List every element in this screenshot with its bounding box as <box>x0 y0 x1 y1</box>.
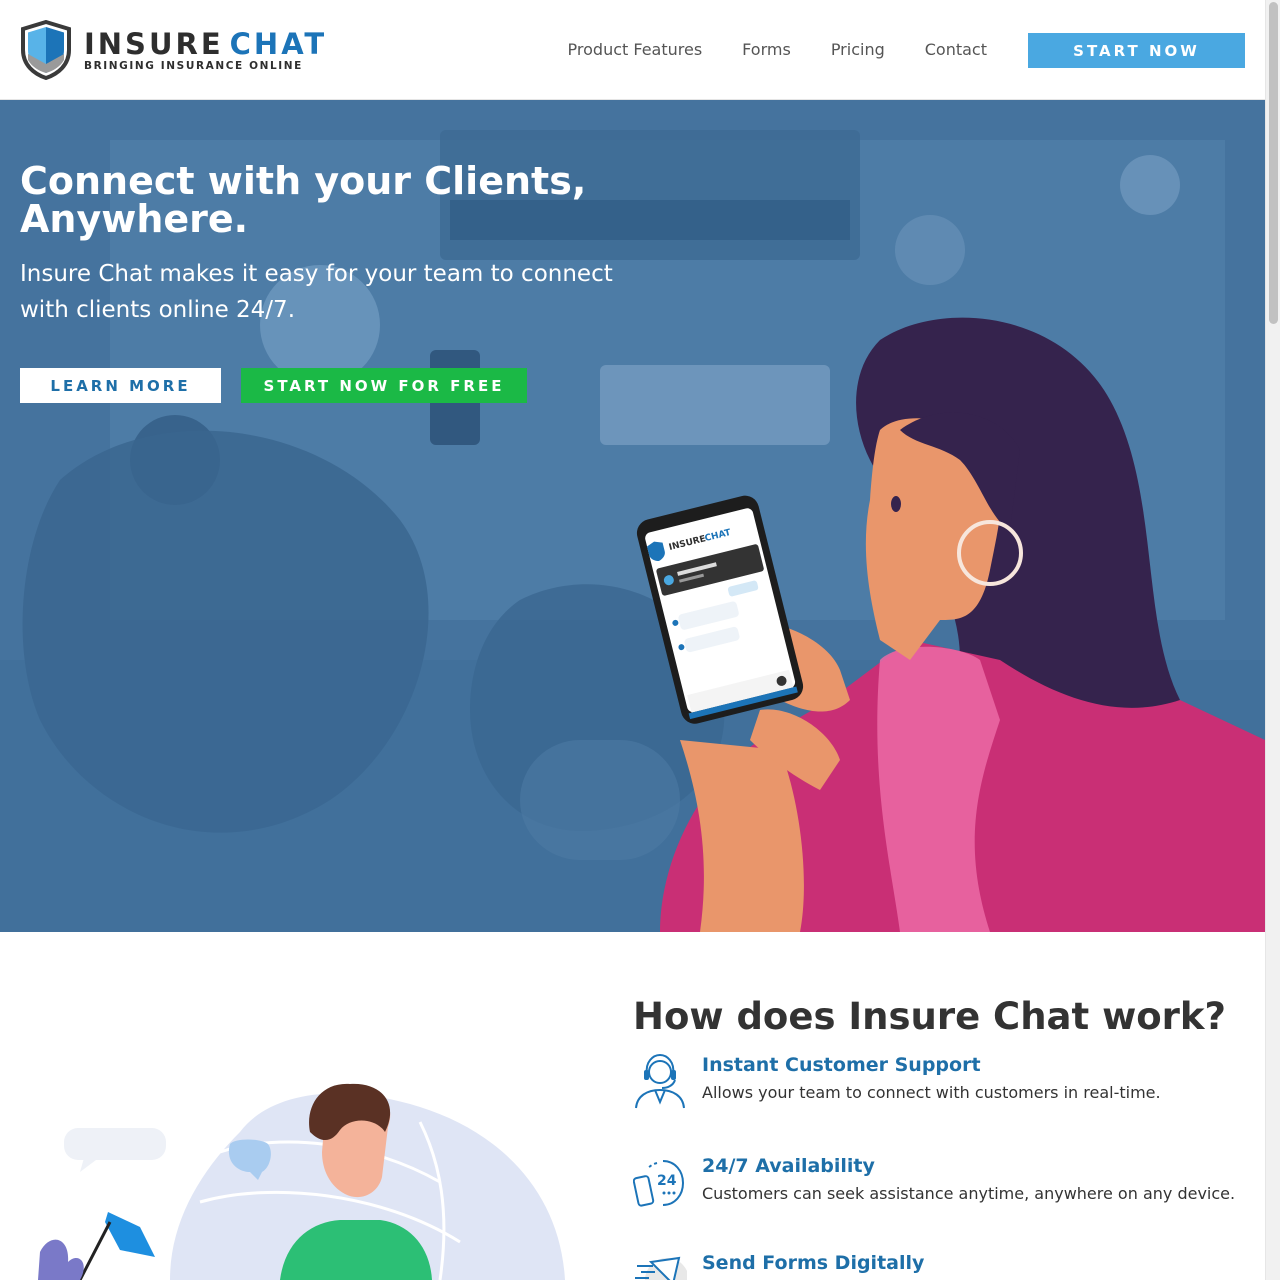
customer-support-icon <box>635 1053 685 1109</box>
shield-logo-icon <box>21 20 71 80</box>
nav-pricing[interactable]: Pricing <box>831 38 885 62</box>
feature-description: Allows your team to connect with custome… <box>702 1083 1161 1102</box>
nav-product-features[interactable]: Product Features <box>568 38 703 62</box>
site-header: INSURE CHAT BRINGING INSURANCE ONLINE Pro… <box>0 0 1265 100</box>
brand-name-part1: INSURE <box>84 26 224 61</box>
support-agent-illustration <box>38 1083 565 1280</box>
nav-contact[interactable]: Contact <box>925 38 987 62</box>
learn-more-button[interactable]: LEARN MORE <box>20 368 221 403</box>
nav-forms[interactable]: Forms <box>742 38 791 62</box>
feature-description: Customers can seek assistance anytime, a… <box>702 1184 1236 1203</box>
feature-availability: 24 24/7 Availability Customers can seek … <box>633 1153 1235 1213</box>
how-title: How does Insure Chat work? <box>633 995 1226 1038</box>
feature-title: Instant Customer Support <box>702 1054 981 1076</box>
hero-title: Connect with your Clients, Anywhere. <box>20 159 587 241</box>
main-nav: Product Features Forms Pricing Contact <box>568 38 987 62</box>
start-now-for-free-button[interactable]: START NOW FOR FREE <box>241 368 527 403</box>
hero-subtitle: Insure Chat makes it easy for your team … <box>20 261 613 323</box>
feature-send-forms: Send Forms Digitally <box>633 1250 924 1280</box>
brand-logo[interactable]: INSURE CHAT BRINGING INSURANCE ONLINE <box>20 20 327 80</box>
start-now-button[interactable]: START NOW <box>1028 33 1245 68</box>
send-forms-icon <box>635 1256 687 1280</box>
brand-tagline: BRINGING INSURANCE ONLINE <box>84 59 303 72</box>
scrollbar-thumb[interactable] <box>1269 2 1278 324</box>
feature-title: Send Forms Digitally <box>702 1252 925 1274</box>
availability-24-icon: 24 <box>633 1160 685 1207</box>
how-it-works-section: How does Insure Chat work? Instant Custo… <box>0 932 1265 1280</box>
brand-name-part2: CHAT <box>229 26 328 61</box>
page-scrollbar[interactable] <box>1265 0 1280 1280</box>
feature-title: 24/7 Availability <box>702 1155 875 1177</box>
svg-text:24: 24 <box>657 1173 677 1189</box>
hero-section: INSURE CHAT Connect with your Clients, A… <box>0 100 1265 932</box>
feature-instant-support: Instant Customer Support Allows your tea… <box>633 1052 1161 1112</box>
